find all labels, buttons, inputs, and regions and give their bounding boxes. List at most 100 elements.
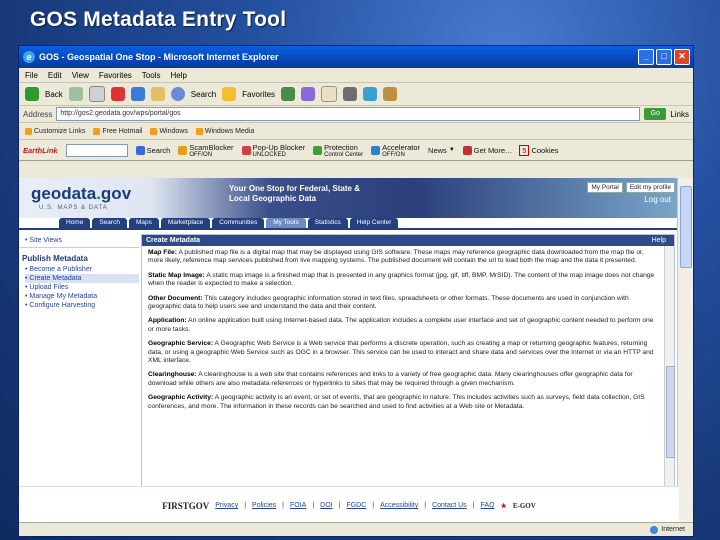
entry-term[interactable]: Geographic Activity: [148,394,213,401]
tab-help-center[interactable]: Help Center [349,218,399,228]
earthlink-logo[interactable]: EarthLink [23,146,58,155]
footer-link-faq[interactable]: FAQ [481,502,495,509]
discuss-icon[interactable] [383,87,398,101]
refresh-icon[interactable] [130,87,145,101]
entry-map-file: Map File: A published map file is a digi… [148,249,658,266]
window-controls: _ □ ✕ [638,49,693,65]
footer-link-accessibility[interactable]: Accessibility [380,502,418,509]
favorites-star-icon[interactable] [222,87,237,101]
page-scroll-thumb[interactable] [680,186,692,268]
accelerator-button[interactable]: Accelerator OFF/ON [371,143,420,158]
home-icon[interactable] [150,87,165,101]
link-hotmail[interactable]: Free Hotmail [93,127,142,135]
search-label[interactable]: Search [191,90,216,99]
footer-link-contact[interactable]: Contact Us [432,502,467,509]
site-views-link[interactable]: • Site Views [25,236,139,245]
tab-communities[interactable]: Communities [212,218,265,228]
entry-term[interactable]: Application: [148,317,187,324]
back-label[interactable]: Back [45,90,63,99]
address-bar: Address http://gos2.geodata.gov/wps/port… [19,106,693,123]
print-icon[interactable] [343,87,358,101]
search-icon[interactable] [170,87,185,101]
forward-arrow-icon[interactable] [68,87,83,101]
footer-link-privacy[interactable]: Privacy [215,502,238,509]
footer-link-fgdc[interactable]: FGDC [346,502,366,509]
tab-marketplace[interactable]: Marketplace [160,218,211,228]
back-arrow-icon[interactable] [25,87,39,101]
close-button[interactable]: ✕ [674,49,690,65]
favorites-label[interactable]: Favorites [242,90,275,99]
link-windows[interactable]: Windows [150,127,188,135]
cookie-count-badge: 5 [519,144,530,156]
site-tagline: Your One Stop for Federal, State & Local… [229,184,360,203]
tab-statistics[interactable]: Statistics [307,218,348,228]
menu-file[interactable]: File [25,71,38,80]
news-button[interactable]: News ▼ [428,146,455,155]
go-button[interactable]: Go [644,108,667,120]
nav-item-configure-harvesting[interactable]: • Configure Harvesting [25,301,139,310]
logo-main: geodata [31,184,97,203]
nav-item-create-metadata[interactable]: • Create Metadata [25,274,139,283]
edit-profile-link[interactable]: Edit my profile [625,182,675,193]
entry-text: This category includes geographic inform… [148,294,629,311]
tab-maps[interactable]: Maps [128,218,159,228]
get-more-icon [462,145,472,155]
my-portal-link[interactable]: My Portal [587,182,623,193]
edit-icon[interactable] [363,87,378,101]
tab-home[interactable]: Home [59,218,91,228]
menu-favorites[interactable]: Favorites [99,71,132,80]
history-icon[interactable] [301,87,316,101]
entry-term[interactable]: Static Map Image: [148,272,205,279]
geodata-logo[interactable]: geodata.gov [31,184,131,204]
panel-help-link[interactable]: Help [652,237,674,244]
entry-term[interactable]: Clearinghouse: [148,371,197,378]
footer-link-doi[interactable]: DOI [320,502,332,509]
egov-logo[interactable]: E-GOV [513,502,536,510]
panel-header: Create Metadata Help [142,235,674,246]
maximize-button[interactable]: □ [656,49,672,65]
media-icon[interactable] [281,87,296,101]
menu-help[interactable]: Help [170,71,186,80]
minimize-button[interactable]: _ [638,49,654,65]
earthlink-item-label: Get More... [473,145,512,155]
get-more-button[interactable]: Get More... [462,145,512,155]
links-label[interactable]: Links [670,110,689,119]
popup-blocker-button[interactable]: Pop-Up Blocker UNLOCKED [241,143,305,158]
panel-scroll-thumb[interactable] [666,366,675,458]
link-icon [150,127,158,135]
entry-term[interactable]: Map File: [148,249,177,256]
earthlink-search-input[interactable] [65,143,128,157]
firstgov-logo[interactable]: FIRSTGOV [162,501,209,511]
footer-link-foia[interactable]: FOIA [290,502,306,509]
page-scrollbar[interactable] [677,178,693,523]
window-titlebar[interactable]: e GOS - Geospatial One Stop - Microsoft … [19,46,693,68]
menu-tools[interactable]: Tools [142,71,161,80]
nav-item-upload-files[interactable]: • Upload Files [25,283,139,292]
stop-icon[interactable] [110,87,125,101]
address-input[interactable]: http://gos2.geodata.gov/wps/portal/gos [56,107,641,121]
link-windows-media[interactable]: Windows Media [195,127,254,135]
menu-view[interactable]: View [72,71,89,80]
cookies-button[interactable]: 5 Cookies [519,144,559,156]
tab-my-tools[interactable]: My Tools [266,218,306,228]
panel-scrollbar[interactable] [664,246,675,522]
scamblocker-button[interactable]: ScamBlocker OFF/ON [178,143,234,158]
logout-link[interactable]: Log out [644,195,671,204]
entry-other-document: Other Document: This category includes g… [148,295,658,312]
footer-link-policies[interactable]: Policies [252,502,276,509]
mail-icon[interactable] [321,86,338,102]
link-customize[interactable]: Customize Links [25,127,85,135]
page-icon[interactable] [88,86,105,102]
entry-term[interactable]: Other Document: [148,295,203,302]
address-label: Address [23,109,53,119]
earthlink-search-button[interactable]: Search [135,145,170,155]
entry-static-map-image: Static Map Image: A static map image is … [148,272,658,289]
footer-sep: | [472,502,475,509]
nav-item-become-publisher[interactable]: • Become a Publisher [25,265,139,274]
protection-button[interactable]: Protection Control Center [313,143,363,158]
menu-edit[interactable]: Edit [48,71,62,80]
scamblocker-icon [178,145,188,155]
tab-search[interactable]: Search [92,218,127,228]
entry-term[interactable]: Geographic Service: [148,340,213,347]
nav-item-manage-metadata[interactable]: • Manage My Metadata [25,292,139,301]
